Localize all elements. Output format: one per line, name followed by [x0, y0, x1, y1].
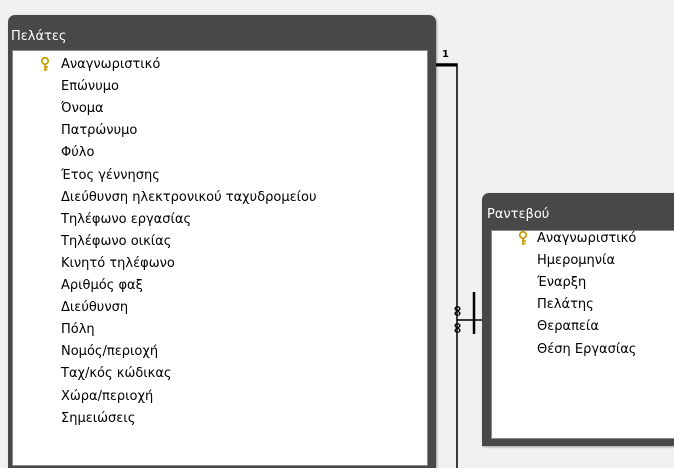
appointments-field-row[interactable]: Έναρξη [492, 272, 674, 294]
clients-field-label: Διεύθυνση ηλεκτρονικού ταχυδρομείου [61, 189, 317, 205]
clients-field-label: Κινητό τηλέφωνο [61, 255, 175, 271]
appointments-field-label: Ημερομηνία [537, 253, 616, 269]
clients-field-row[interactable]: Πατρώνυμο [13, 120, 427, 142]
clients-field-label: Τηλέφωνο εργασίας [61, 211, 192, 227]
clients-field-label: Νομός/περιοχή [61, 344, 159, 360]
clients-field-list[interactable]: Αναγνωριστικό Επώνυμο Όνομα Πατρώνυμο Φύλο Έτ… [12, 50, 428, 466]
relationship-connector-left [436, 63, 458, 468]
appointments-field-row[interactable]: Θεραπεία [492, 316, 674, 338]
clients-field-row[interactable]: Αριθμός φαξ [13, 275, 427, 297]
relationship-one-label: 1 [442, 49, 449, 60]
clients-field-label: Ταχ/κός κώδικας [61, 366, 172, 382]
appointments-field-label: Αναγνωριστικό [537, 231, 637, 246]
clients-field-label: Τηλέφωνο οικίας [61, 233, 172, 249]
clients-field-row[interactable]: Τηλέφωνο οικίας [13, 231, 427, 253]
clients-field-label: Σημειώσεις [61, 410, 136, 426]
clients-field-row[interactable]: Έτος γέννησης [13, 165, 427, 187]
appointments-field-label: Θέση Εργασίας [537, 341, 637, 357]
clients-field-row[interactable]: Επώνυμο [13, 76, 427, 98]
clients-field-row[interactable]: Σημειώσεις [13, 408, 427, 430]
appointments-field-row[interactable]: Ημερομηνία [492, 250, 674, 272]
clients-field-row[interactable]: Νομός/περιοχή [13, 341, 427, 363]
appointments-field-row[interactable]: Αναγνωριστικό [492, 228, 674, 250]
primary-key-icon [40, 57, 50, 71]
clients-field-row[interactable]: Διεύθυνση [13, 297, 427, 319]
clients-field-row[interactable]: Διεύθυνση ηλεκτρονικού ταχυδρομείου [13, 187, 427, 209]
clients-field-label: Φύλο [61, 145, 95, 161]
appointments-field-label: Έναρξη [537, 275, 587, 291]
clients-field-label: Αριθμός φαξ [61, 278, 143, 293]
appointments-field-label: Πελάτης [537, 297, 594, 313]
clients-field-row[interactable]: Κινητό τηλέφωνο [13, 253, 427, 275]
clients-field-label: Επώνυμο [61, 79, 119, 95]
clients-field-row[interactable]: Αναγνωριστικό [13, 54, 427, 76]
clients-field-label: Πόλη [61, 322, 95, 338]
clients-field-label: Όνομα [61, 101, 104, 117]
clients-field-label: Αναγνωριστικό [61, 57, 161, 72]
clients-field-row[interactable]: Τηλέφωνο εργασίας [13, 209, 427, 231]
appointments-table-title[interactable]: Ραντεβού [482, 193, 674, 223]
relationships-canvas: 1 ∞ ∞ Πελάτες Αναγνωριστικό Επώνυμο Όνομα Π… [0, 0, 674, 468]
primary-key-icon [518, 231, 528, 245]
clients-field-row[interactable]: Φύλο [13, 142, 427, 164]
appointments-field-list[interactable]: Αναγνωριστικό Ημερομηνία Έναρξη Πελάτης Θερα… [491, 230, 674, 439]
appointments-field-row[interactable]: Θέση Εργασίας [492, 339, 674, 361]
clients-field-label: Διεύθυνση [61, 300, 129, 316]
clients-field-row[interactable]: Ταχ/κός κώδικας [13, 363, 427, 385]
clients-table[interactable]: Πελάτες Αναγνωριστικό Επώνυμο Όνομα Πατρώνυ… [8, 15, 436, 468]
clients-field-label: Πατρώνυμο [61, 123, 138, 139]
clients-field-row[interactable]: Χώρα/περιοχή [13, 386, 427, 408]
clients-field-row[interactable]: Όνομα [13, 98, 427, 120]
appointments-table[interactable]: Ραντεβού Αναγνωριστικό Ημερομηνία Έναρξη Πε… [482, 193, 674, 446]
appointments-field-row[interactable]: Πελάτης [492, 294, 674, 316]
relationship-many-label-2: ∞ [448, 322, 466, 335]
clients-field-row[interactable]: Πόλη [13, 319, 427, 341]
clients-field-label: Έτος γέννησης [61, 167, 160, 183]
relationship-many-label: ∞ [448, 305, 466, 318]
clients-field-label: Χώρα/περιοχή [61, 388, 154, 404]
clients-table-title[interactable]: Πελάτες [8, 15, 436, 45]
appointments-field-label: Θεραπεία [537, 319, 599, 335]
